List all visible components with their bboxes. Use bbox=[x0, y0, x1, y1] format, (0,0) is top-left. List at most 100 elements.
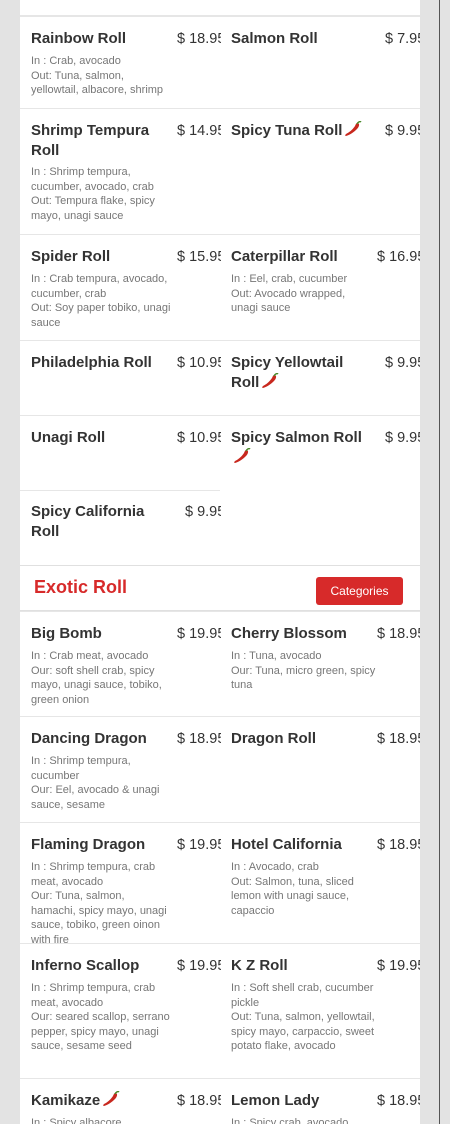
menu-item[interactable]: Dancing Dragon $ 18.95 In : Shrimp tempura… bbox=[31, 717, 225, 822]
description-line: In : Tuna, avocado bbox=[231, 650, 322, 662]
item-name: Caterpillar Roll bbox=[231, 247, 373, 267]
item-description: In : Shrimp tempura, cucumber Our: Eel, a… bbox=[31, 754, 171, 812]
section-header: Exotic Roll Categories bbox=[20, 565, 420, 611]
menu-page: Rainbow Roll $ 18.95 In : Crab, avocado Out… bbox=[20, 0, 420, 1124]
menu-item[interactable]: Spicy Tuna Roll $ 9.95 bbox=[231, 109, 420, 234]
item-price: $ 16.95 bbox=[377, 249, 420, 265]
item-price: $ 19.95 bbox=[177, 837, 226, 853]
item-name-text: Rainbow Roll bbox=[31, 30, 126, 47]
item-description: In : Crab, avocado Out: Tuna, salmon, yel… bbox=[31, 54, 171, 98]
menu-item[interactable]: Lemon Lady $ 18.95 In : Spicy crab, avocad… bbox=[231, 1079, 420, 1124]
column-gutter bbox=[221, 823, 231, 943]
item-price: $ 19.95 bbox=[177, 958, 226, 974]
column-gutter bbox=[221, 235, 231, 340]
chili-pepper-icon bbox=[103, 1091, 120, 1106]
item-name-text: Cherry Blossom bbox=[231, 625, 347, 642]
item-name-text: Spicy California Roll bbox=[31, 503, 145, 540]
item-name-text: Philadelphia Roll bbox=[31, 354, 152, 371]
item-price: $ 19.95 bbox=[177, 626, 226, 642]
menu-item[interactable]: Salmon Roll $ 7.95 bbox=[231, 17, 420, 108]
item-description: In : Tuna, avocado Our: Tuna, micro green… bbox=[231, 649, 376, 693]
menu-row: Unagi Roll $ 10.95 Spicy Salmon Roll $ 9.95 bbox=[20, 415, 420, 490]
description-line: Out: Tuna, salmon, yellowtail, spicy may… bbox=[231, 1011, 375, 1053]
chili-pepper-icon bbox=[234, 448, 251, 463]
item-name: Spicy California Roll bbox=[31, 502, 173, 542]
menu-item[interactable]: Spicy California Roll $ 9.95 bbox=[31, 490, 225, 565]
item-price: $ 9.95 bbox=[385, 430, 420, 446]
menu-item[interactable]: Spicy Yellowtail Roll $ 9.95 bbox=[231, 341, 420, 415]
menu-item[interactable]: Rainbow Roll $ 18.95 In : Crab, avocado Out… bbox=[31, 17, 225, 108]
menu-row: Spicy California Roll $ 9.95 bbox=[20, 490, 420, 565]
section-title: Exotic Roll bbox=[34, 577, 128, 597]
item-name: Flaming Dragon bbox=[31, 835, 173, 855]
item-name-text: Spider Roll bbox=[31, 248, 111, 265]
item-price: $ 14.95 bbox=[177, 123, 226, 139]
menu-item[interactable]: Spicy Salmon Roll $ 9.95 bbox=[231, 416, 420, 490]
description-line: In : Crab meat, avocado bbox=[31, 650, 149, 662]
column-gutter bbox=[221, 17, 231, 108]
menu-item[interactable]: Spider Roll $ 15.95 In : Crab tempura, avo… bbox=[31, 235, 225, 340]
item-price: $ 7.95 bbox=[385, 31, 420, 47]
menu-item[interactable]: Dragon Roll $ 18.95 bbox=[231, 717, 420, 822]
item-name-text: Inferno Scallop bbox=[31, 957, 140, 974]
item-name-text: Dancing Dragon bbox=[31, 730, 147, 747]
item-name-text: Unagi Roll bbox=[31, 429, 106, 446]
menu-item[interactable]: Kamikaze $ 18.95 In : Spicy albacore, cucu… bbox=[31, 1079, 225, 1124]
menu-item[interactable]: Big Bomb $ 19.95 In : Crab meat, avocado Ou… bbox=[31, 612, 225, 716]
item-name: Hotel California bbox=[231, 835, 373, 855]
categories-button[interactable]: Categories bbox=[316, 577, 403, 605]
item-description: In : Crab meat, avocado Our: soft shell c… bbox=[31, 649, 171, 707]
description-line: Our: Tuna, salmon, hamachi, spicy mayo, … bbox=[31, 890, 167, 946]
item-name: Unagi Roll bbox=[31, 428, 173, 448]
item-name-text: Lemon Lady bbox=[231, 1092, 320, 1109]
menu-row: Shrimp Tempura Roll $ 14.95 In : Shrimp te… bbox=[20, 108, 420, 234]
chili-pepper-icon bbox=[345, 121, 362, 136]
description-line: Out: Tempura flake, spicy mayo, unagi sa… bbox=[31, 195, 155, 222]
menu-item[interactable]: Shrimp Tempura Roll $ 14.95 In : Shrimp te… bbox=[31, 109, 225, 234]
item-name: K Z Roll bbox=[231, 956, 373, 976]
item-name: Big Bomb bbox=[31, 624, 173, 644]
item-price: $ 18.95 bbox=[377, 731, 420, 747]
item-price: $ 10.95 bbox=[177, 355, 226, 371]
description-line: Our: Eel, avocado & unagi sauce, sesame bbox=[31, 784, 160, 811]
item-name: Lemon Lady bbox=[231, 1091, 373, 1111]
menu-row: Flaming Dragon $ 19.95 In : Shrimp tempura… bbox=[20, 822, 420, 946]
chili-pepper-icon bbox=[262, 373, 279, 388]
item-name-text: Hotel California bbox=[231, 836, 342, 853]
description-line: In : Shrimp tempura, crab meat, avocado bbox=[31, 982, 156, 1009]
description-line: In : Eel, crab, cucumber bbox=[231, 273, 348, 285]
item-price: $ 9.95 bbox=[185, 504, 226, 520]
description-line: In : Spicy albacore, cucumber bbox=[31, 1117, 125, 1124]
item-description: In : Shrimp tempura, crab meat, avocado O… bbox=[31, 860, 171, 948]
item-price: $ 9.95 bbox=[385, 355, 420, 371]
menu-item[interactable]: Caterpillar Roll $ 16.95 In : Eel, crab, c… bbox=[231, 235, 420, 340]
item-name: Salmon Roll bbox=[231, 29, 373, 49]
item-name-text: Caterpillar Roll bbox=[231, 248, 338, 265]
item-description: In : Shrimp tempura, crab meat, avocado O… bbox=[31, 981, 171, 1054]
column-gutter bbox=[221, 612, 231, 716]
menu-row: Philadelphia Roll $ 10.95 Spicy Yellowtail… bbox=[20, 340, 420, 415]
item-price: $ 9.95 bbox=[385, 123, 420, 139]
menu-item[interactable]: Flaming Dragon $ 19.95 In : Shrimp tempura… bbox=[31, 823, 225, 946]
item-price: $ 19.95 bbox=[377, 958, 420, 974]
window-edge bbox=[439, 0, 440, 1124]
menu-item[interactable]: Philadelphia Roll $ 10.95 bbox=[31, 341, 225, 415]
menu-item[interactable]: Cherry Blossom $ 18.95 In : Tuna, avocado O… bbox=[231, 612, 420, 716]
description-line: In : Crab, avocado bbox=[31, 55, 121, 67]
menu-item[interactable]: Unagi Roll $ 10.95 bbox=[31, 416, 225, 490]
item-name-text: Spicy Salmon Roll bbox=[231, 429, 362, 446]
menu-item[interactable]: Inferno Scallop $ 19.95 In : Shrimp tempur… bbox=[31, 944, 225, 1078]
item-name-text: Spicy Tuna Roll bbox=[231, 122, 343, 139]
description-line: Our: soft shell crab, spicy mayo, unagi … bbox=[31, 664, 162, 706]
description-line: In : Spicy crab, avocado bbox=[231, 1117, 349, 1124]
description-line: In : Soft shell crab, cucumber pickle bbox=[231, 982, 374, 1009]
item-description: In : Shrimp tempura, cucumber, avocado, … bbox=[31, 165, 171, 223]
description-line: Out: Avocado wrapped, unagi sauce bbox=[231, 287, 346, 315]
description-line: Out: Tuna, salmon, yellowtail, albacore,… bbox=[31, 69, 164, 97]
menu-row: Inferno Scallop $ 19.95 In : Shrimp tempur… bbox=[20, 943, 420, 1078]
item-description: In : Avocado, crab Out: Salmon, tuna, sli… bbox=[231, 860, 361, 918]
item-description: In : Eel, crab, cucumber Out: Avocado wra… bbox=[231, 272, 371, 316]
menu-item[interactable]: Hotel California $ 18.95 In : Avocado, cra… bbox=[231, 823, 420, 943]
menu-item[interactable]: K Z Roll $ 19.95In : Soft shell crab, cuc… bbox=[231, 944, 420, 1078]
item-name: Cherry Blossom bbox=[231, 624, 373, 644]
